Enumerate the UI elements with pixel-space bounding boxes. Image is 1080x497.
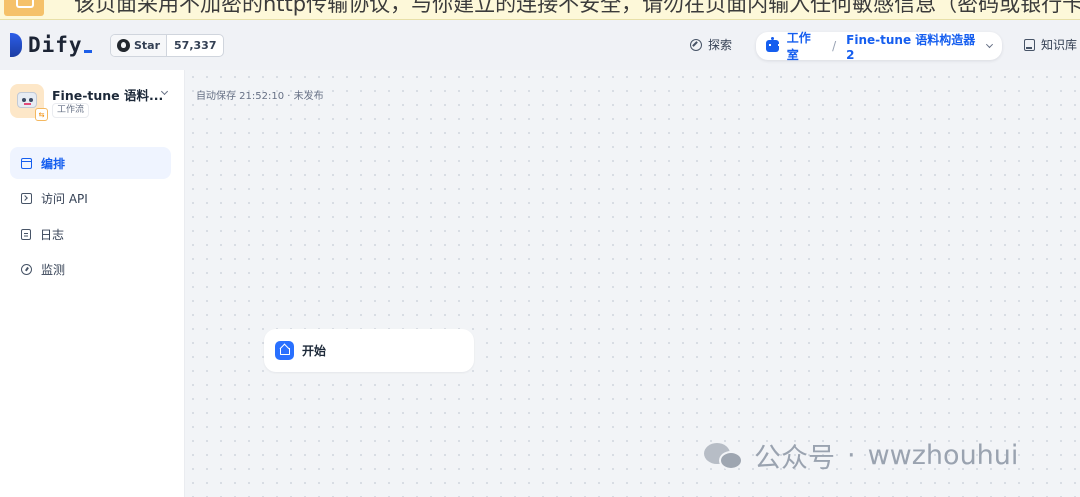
nav-studio[interactable]: 工作室 / Fine-tune 语料构造器2 — [756, 31, 1002, 62]
wechat-watermark: 公众号 · wwzhouhui — [704, 436, 1018, 475]
chevron-down-icon[interactable] — [986, 40, 994, 49]
terminal-icon — [21, 193, 32, 204]
github-star-label: Star — [111, 35, 168, 56]
workflow-canvas[interactable]: 自动保存 21:52:10 · 未发布 开始 — [186, 70, 1080, 497]
logo-text: Dify — [28, 33, 83, 57]
app-sidebar: ⇆ Fine-tune 语料... 工作流 编排 访问 API 日志 监测 — [0, 70, 185, 497]
dify-logo[interactable]: Dify — [10, 31, 92, 59]
nav-studio-label: 工作室 — [786, 31, 811, 62]
sidebar-item-label: 编排 — [41, 156, 66, 171]
github-star-button[interactable]: Star 57,337 — [110, 34, 225, 57]
star-label: Star — [134, 39, 161, 52]
dify-logo-icon — [10, 33, 22, 57]
compass-icon — [690, 38, 702, 51]
sidebar-item-label: 日志 — [40, 227, 65, 242]
sidebar-item-orchestrate[interactable]: 编排 — [10, 147, 171, 179]
current-app-name[interactable]: Fine-tune 语料构造器2 — [846, 31, 981, 62]
avatar-eye-right — [29, 98, 33, 102]
github-icon — [117, 39, 130, 52]
sidebar-menu: 编排 访问 API 日志 监测 — [10, 147, 171, 289]
robot-icon — [766, 37, 780, 52]
autosave-status: 自动保存 21:52:10 · 未发布 — [196, 91, 324, 102]
app-type-badge: 工作流 — [52, 103, 90, 118]
sidebar-item-monitoring[interactable]: 监测 — [10, 254, 171, 286]
gauge-icon — [21, 264, 32, 275]
sidebar-item-api-access[interactable]: 访问 API — [10, 183, 171, 215]
sidebar-item-label: 访问 API — [41, 192, 88, 206]
breadcrumb-separator: / — [832, 39, 837, 53]
file-list-icon — [21, 228, 31, 240]
nav-knowledge-label: 知识库 — [1041, 38, 1078, 52]
nav-explore[interactable]: 探索 — [690, 36, 732, 53]
nav-knowledge[interactable]: 知识库 — [1024, 36, 1077, 53]
avatar-eye-left — [22, 98, 26, 102]
avatar-mouth — [24, 103, 31, 105]
insecure-warning-text: 该页面采用不加密的http传输协议，与你建立的连接不安全，请勿在页面内输入任何敏… — [74, 0, 1080, 16]
insecure-connection-banner: 该页面采用不加密的http传输协议，与你建立的连接不安全，请勿在页面内输入任何敏… — [0, 0, 1080, 20]
watermark-account: wwzhouhui — [867, 440, 1019, 471]
layout-icon — [21, 157, 32, 169]
robot-avatar-icon — [17, 92, 37, 108]
sidebar-item-logs[interactable]: 日志 — [10, 218, 171, 250]
sidebar-item-label: 监测 — [41, 263, 66, 277]
book-icon — [1024, 38, 1035, 51]
workflow-badge-icon: ⇆ — [35, 108, 48, 121]
top-header: Dify Star 57,337 探索 工作室 / Fine-tune 语料构造… — [0, 20, 1080, 70]
start-node-label: 开始 — [302, 344, 327, 358]
wechat-icon — [704, 441, 744, 471]
star-count: 57,337 — [174, 39, 217, 52]
sidebar-app-name[interactable]: Fine-tune 语料... — [52, 85, 163, 104]
watermark-dot: · — [847, 440, 856, 471]
nav-explore-label: 探索 — [708, 38, 733, 52]
home-icon — [275, 341, 294, 360]
logo-underscore — [83, 50, 92, 53]
watermark-platform: 公众号 — [754, 443, 835, 474]
warning-icon — [4, 0, 44, 16]
start-node[interactable]: 开始 — [264, 329, 474, 372]
